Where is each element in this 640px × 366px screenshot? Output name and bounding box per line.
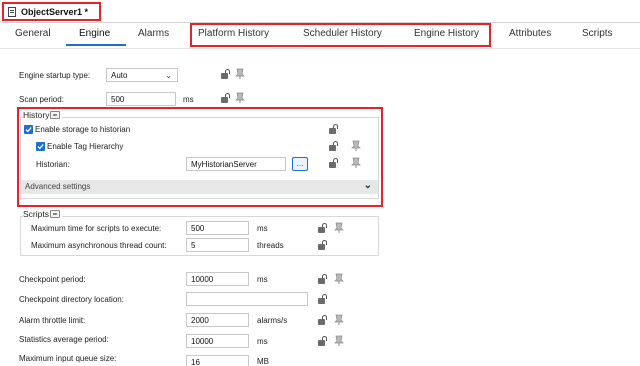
pin-icon[interactable] bbox=[334, 335, 344, 346]
startup-type-value: Auto bbox=[111, 71, 128, 80]
lock-icon[interactable] bbox=[318, 240, 328, 250]
document-title: ObjectServer1 * bbox=[21, 6, 89, 17]
browse-button[interactable]: ... bbox=[292, 157, 308, 171]
pin-icon[interactable] bbox=[235, 68, 245, 79]
checkpoint-period-input[interactable]: 10000 bbox=[186, 272, 249, 286]
startup-type-select[interactable]: Auto ⌄ bbox=[106, 68, 178, 82]
scan-period-label: Scan period: bbox=[19, 95, 64, 104]
scan-period-unit: ms bbox=[183, 95, 194, 104]
enable-storage-checkbox[interactable] bbox=[24, 125, 33, 134]
checkpoint-dir-label: Checkpoint directory location: bbox=[19, 295, 124, 304]
lock-icon[interactable] bbox=[318, 223, 328, 233]
document-icon bbox=[8, 6, 16, 17]
checkpoint-period-unit: ms bbox=[257, 275, 268, 284]
tab-scripts[interactable]: Scripts bbox=[582, 28, 613, 39]
tab-attributes[interactable]: Attributes bbox=[509, 28, 551, 39]
stats-period-input[interactable]: 10000 bbox=[186, 334, 249, 348]
max-threads-unit: threads bbox=[257, 241, 284, 250]
lock-icon[interactable] bbox=[318, 315, 328, 325]
tabs-divider bbox=[0, 48, 640, 49]
advanced-settings-label: Advanced settings bbox=[25, 182, 91, 191]
double-chevron-down-icon[interactable]: ⌄ bbox=[364, 180, 372, 191]
max-queue-input[interactable]: 16 bbox=[186, 355, 249, 366]
scripts-group-title: Scripts bbox=[23, 209, 62, 219]
tab-alarms[interactable]: Alarms bbox=[138, 28, 169, 39]
pin-icon[interactable] bbox=[351, 157, 361, 168]
history-tabs-highlight bbox=[190, 23, 491, 47]
active-tab-indicator bbox=[66, 44, 126, 46]
advanced-settings-bar[interactable]: Advanced settings ⌄ bbox=[21, 180, 378, 194]
lock-icon[interactable] bbox=[318, 336, 328, 346]
startup-type-label: Engine startup type: bbox=[19, 71, 91, 80]
lock-icon[interactable] bbox=[221, 93, 231, 103]
group-lock-icon[interactable] bbox=[49, 210, 60, 218]
max-queue-unit: MB bbox=[257, 357, 269, 366]
lock-icon[interactable] bbox=[329, 141, 339, 151]
tab-general[interactable]: General bbox=[15, 28, 51, 39]
max-script-time-label: Maximum time for scripts to execute: bbox=[31, 224, 162, 233]
max-threads-input[interactable]: 5 bbox=[186, 238, 249, 252]
lock-icon[interactable] bbox=[221, 69, 231, 79]
enable-tag-hierarchy-label: Enable Tag Hierarchy bbox=[47, 142, 124, 151]
scan-period-input[interactable]: 500 bbox=[106, 92, 176, 106]
pin-icon[interactable] bbox=[235, 92, 245, 103]
document-tab[interactable]: ObjectServer1 * bbox=[2, 2, 101, 21]
alarm-throttle-input[interactable]: 2000 bbox=[186, 313, 249, 327]
max-script-time-input[interactable]: 500 bbox=[186, 221, 249, 235]
lock-icon[interactable] bbox=[318, 294, 328, 304]
alarm-throttle-label: Alarm throttle limit: bbox=[19, 316, 86, 325]
alarm-throttle-unit: alarms/s bbox=[257, 316, 288, 325]
historian-label: Historian: bbox=[36, 160, 70, 169]
pin-icon[interactable] bbox=[351, 140, 361, 151]
lock-icon[interactable] bbox=[329, 158, 339, 168]
pin-icon[interactable] bbox=[334, 314, 344, 325]
checkpoint-dir-input[interactable] bbox=[186, 292, 308, 306]
lock-icon[interactable] bbox=[329, 124, 339, 134]
stats-period-unit: ms bbox=[257, 337, 268, 346]
historian-input[interactable]: MyHistorianServer bbox=[186, 157, 286, 171]
max-queue-label: Maximum input queue size: bbox=[19, 354, 117, 363]
max-threads-label: Maximum asynchronous thread count: bbox=[31, 241, 167, 250]
checkpoint-period-label: Checkpoint period: bbox=[19, 275, 86, 284]
pin-icon[interactable] bbox=[334, 273, 344, 284]
enable-storage-label: Enable storage to historian bbox=[35, 125, 131, 134]
chevron-down-icon: ⌄ bbox=[165, 71, 172, 80]
lock-icon[interactable] bbox=[318, 274, 328, 284]
stats-period-label: Statistics average period: bbox=[19, 335, 109, 344]
enable-tag-hierarchy-checkbox[interactable] bbox=[36, 142, 45, 151]
tab-engine[interactable]: Engine bbox=[79, 28, 110, 39]
scripts-title-text: Scripts bbox=[23, 209, 49, 219]
max-script-time-unit: ms bbox=[257, 224, 268, 233]
pin-icon[interactable] bbox=[334, 222, 344, 233]
